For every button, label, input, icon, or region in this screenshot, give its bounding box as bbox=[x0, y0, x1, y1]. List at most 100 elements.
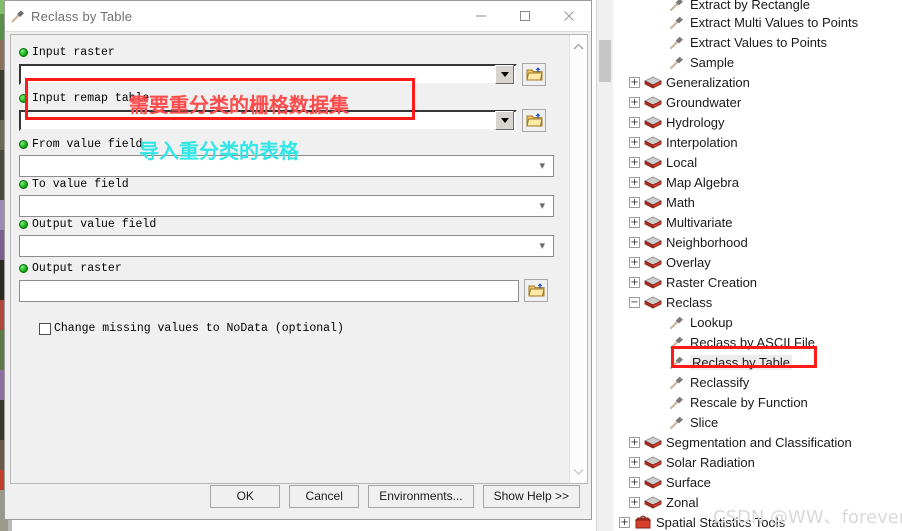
to-value-field-select[interactable]: ▾ bbox=[19, 195, 554, 217]
tree-item-segmentation-and-classification[interactable]: + Segmentation and Classification bbox=[613, 432, 902, 452]
expand-plus-icon[interactable]: + bbox=[629, 136, 640, 148]
hammer-tool-icon bbox=[668, 314, 686, 330]
tree-item-groundwater[interactable]: + Groundwater bbox=[613, 92, 902, 112]
scroll-up-icon[interactable] bbox=[570, 38, 587, 55]
show-help-button[interactable]: Show Help >> bbox=[482, 484, 580, 508]
expand-plus-icon[interactable]: + bbox=[629, 96, 640, 108]
browse-folder-button[interactable] bbox=[522, 109, 546, 132]
field-label: To value field bbox=[32, 178, 129, 191]
tree-item-label: Map Algebra bbox=[666, 174, 739, 190]
expand-plus-icon[interactable]: + bbox=[629, 196, 640, 208]
required-dot-icon bbox=[19, 220, 28, 229]
chevron-down-icon[interactable] bbox=[495, 111, 514, 130]
annotation-text-cyan: 导入重分类的表格 bbox=[139, 139, 299, 163]
field-label-row: To value field bbox=[19, 177, 554, 192]
tree-item-surface[interactable]: + Surface bbox=[613, 472, 902, 492]
tree-item-reclassify[interactable]: Reclassify bbox=[613, 372, 902, 392]
chevron-down-icon[interactable] bbox=[495, 65, 514, 84]
annotation-text-red: 需要重分类的栅格数据集 bbox=[129, 93, 349, 117]
scroll-down-icon[interactable] bbox=[570, 463, 587, 480]
expand-plus-icon[interactable]: + bbox=[629, 276, 640, 288]
change-missing-values-row[interactable]: Change missing values to NoData (optiona… bbox=[39, 322, 344, 335]
tree-item-extract-multi-values-to-points[interactable]: Extract Multi Values to Points bbox=[613, 12, 902, 32]
expand-plus-icon[interactable]: + bbox=[629, 476, 640, 488]
tree-item-rescale-by-function[interactable]: Rescale by Function bbox=[613, 392, 902, 412]
tree-item-label: Hydrology bbox=[666, 114, 725, 130]
tree-item-generalization[interactable]: + Generalization bbox=[613, 72, 902, 92]
tree-item-neighborhood[interactable]: + Neighborhood bbox=[613, 232, 902, 252]
tree-item-interpolation[interactable]: + Interpolation bbox=[613, 132, 902, 152]
tree-item-reclass[interactable]: − Reclass bbox=[613, 292, 902, 312]
tree-item-hydrology[interactable]: + Hydrology bbox=[613, 112, 902, 132]
window-controls bbox=[459, 1, 591, 31]
field-to-value: To value field ▾ bbox=[19, 177, 554, 217]
dialog-button-bar: OK Cancel Environments... Show Help >> bbox=[10, 481, 588, 511]
watermark-text: CSDN @WW、forever bbox=[713, 507, 902, 528]
hammer-tool-icon bbox=[668, 394, 686, 410]
toolset-icon bbox=[644, 434, 662, 450]
hammer-tool-icon bbox=[668, 14, 686, 30]
tree-item-label: Multivariate bbox=[666, 214, 733, 230]
tree-item-extract-values-to-points[interactable]: Extract Values to Points bbox=[613, 32, 902, 52]
tree-item-multivariate[interactable]: + Multivariate bbox=[613, 212, 902, 232]
hammer-tool-icon bbox=[668, 54, 686, 70]
ok-button[interactable]: OK bbox=[210, 484, 281, 508]
tree-item-label: Reclass bbox=[666, 294, 713, 310]
tree-item-sample[interactable]: Sample bbox=[613, 52, 902, 72]
expand-plus-icon[interactable]: + bbox=[629, 116, 640, 128]
tree-item-map-algebra[interactable]: + Map Algebra bbox=[613, 172, 902, 192]
expand-plus-icon[interactable]: + bbox=[629, 496, 640, 508]
field-label: From value field bbox=[32, 138, 143, 151]
toolset-icon bbox=[644, 194, 662, 210]
expand-plus-icon[interactable]: + bbox=[619, 516, 630, 528]
reclass-by-table-dialog: Reclass by Table Input raster Input rema… bbox=[4, 0, 592, 520]
browse-folder-button[interactable] bbox=[524, 279, 548, 302]
expand-plus-icon[interactable]: + bbox=[629, 216, 640, 228]
expand-plus-icon[interactable]: + bbox=[629, 156, 640, 168]
tree-item-math[interactable]: + Math bbox=[613, 192, 902, 212]
hammer-tool-icon bbox=[668, 414, 686, 430]
field-label-row: Input raster bbox=[19, 45, 546, 60]
required-dot-icon bbox=[19, 48, 28, 57]
parameter-panel-scrollbar[interactable] bbox=[569, 35, 587, 483]
cancel-button[interactable]: Cancel bbox=[289, 484, 360, 508]
tree-item-slice[interactable]: Slice bbox=[613, 412, 902, 432]
collapse-minus-icon[interactable]: − bbox=[629, 296, 640, 308]
output-raster-input[interactable] bbox=[19, 279, 519, 302]
tree-item-lookup[interactable]: Lookup bbox=[613, 312, 902, 332]
toolset-icon bbox=[644, 74, 662, 90]
output-value-field-select[interactable]: ▾ bbox=[19, 235, 554, 257]
minimize-icon[interactable] bbox=[459, 1, 503, 31]
change-missing-values-checkbox[interactable] bbox=[39, 322, 51, 335]
environments-button[interactable]: Environments... bbox=[368, 484, 474, 508]
tree-item-label: Math bbox=[666, 194, 695, 210]
tree-item-overlay[interactable]: + Overlay bbox=[613, 252, 902, 272]
expand-plus-icon[interactable]: + bbox=[629, 76, 640, 88]
required-dot-icon bbox=[19, 264, 28, 273]
annotation-box-reclass-by-table bbox=[671, 346, 817, 368]
field-label: Output value field bbox=[32, 218, 157, 231]
tree-item-label: Extract Multi Values to Points bbox=[690, 14, 859, 30]
scrollbar-thumb[interactable] bbox=[599, 40, 611, 82]
maximize-icon[interactable] bbox=[503, 1, 547, 31]
tree-item-extract-by-rectangle[interactable]: Extract by Rectangle bbox=[613, 0, 902, 12]
expand-plus-icon[interactable]: + bbox=[629, 236, 640, 248]
tree-item-local[interactable]: + Local bbox=[613, 152, 902, 172]
dialog-parameter-panel: Input raster Input remap table From valu… bbox=[10, 34, 588, 484]
expand-plus-icon[interactable]: + bbox=[629, 176, 640, 188]
output-raster-row bbox=[19, 279, 548, 302]
tree-item-label: Generalization bbox=[666, 74, 750, 90]
window-scrollbar[interactable] bbox=[596, 0, 614, 531]
browse-folder-button[interactable] bbox=[522, 63, 546, 86]
dialog-titlebar: Reclass by Table bbox=[5, 1, 591, 32]
expand-plus-icon[interactable]: + bbox=[629, 256, 640, 268]
close-icon[interactable] bbox=[547, 1, 591, 31]
expand-plus-icon[interactable]: + bbox=[629, 436, 640, 448]
required-dot-icon bbox=[19, 140, 28, 149]
tree-item-label: Extract Values to Points bbox=[690, 34, 828, 50]
expand-plus-icon[interactable]: + bbox=[629, 456, 640, 468]
tree-item-label: Local bbox=[666, 154, 698, 170]
tree-item-solar-radiation[interactable]: + Solar Radiation bbox=[613, 452, 902, 472]
tree-item-label: Segmentation and Classification bbox=[666, 434, 852, 450]
tree-item-raster-creation[interactable]: + Raster Creation bbox=[613, 272, 902, 292]
